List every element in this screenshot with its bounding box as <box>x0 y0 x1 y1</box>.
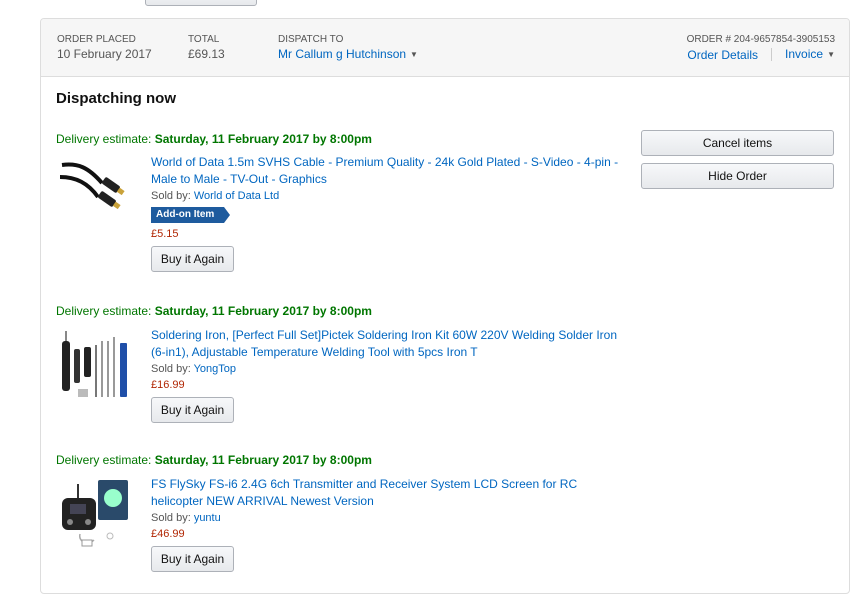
order-placed-label: ORDER PLACED <box>57 34 136 45</box>
buy-again-button[interactable]: Buy it Again <box>151 246 234 272</box>
delivery-estimate: Delivery estimate: Saturday, 11 February… <box>56 452 656 468</box>
order-total-value: £69.13 <box>188 47 225 61</box>
item-price: £16.99 <box>151 379 185 391</box>
product-title-link[interactable]: FS FlySky FS-i6 2.4G 6ch Transmitter and… <box>151 476 626 510</box>
sold-by: Sold by: yuntu <box>151 510 626 526</box>
delivery-date: Saturday, 11 February 2017 by 8:00pm <box>154 304 372 318</box>
item-info: FS FlySky FS-i6 2.4G 6ch Transmitter and… <box>151 476 626 572</box>
order-card: ORDER PLACED 10 February 2017 TOTAL £69.… <box>40 18 850 594</box>
order-details-link[interactable]: Order Details <box>687 47 758 63</box>
order-placed-value: 10 February 2017 <box>57 47 152 61</box>
hide-order-button[interactable]: Hide Order <box>641 163 834 189</box>
invoice-label: Invoice <box>785 47 824 61</box>
delivery-date: Saturday, 11 February 2017 by 8:00pm <box>154 453 372 467</box>
dispatch-to-name: Mr Callum g Hutchinson <box>278 47 407 61</box>
product-image[interactable] <box>58 153 130 233</box>
item-price: £46.99 <box>151 528 185 540</box>
order-placed: ORDER PLACED 10 February 2017 <box>57 33 152 62</box>
order-item: Delivery estimate: Saturday, 11 February… <box>56 131 656 272</box>
product-image[interactable] <box>58 327 130 407</box>
dispatch-to: DISPATCH TO Mr Callum g Hutchinson ▼ <box>278 33 418 63</box>
order-links: Order Details Invoice ▼ <box>687 46 835 63</box>
divider <box>771 48 773 61</box>
rc-transmitter-image <box>62 480 128 547</box>
sold-by-label: Sold by: <box>151 190 191 202</box>
product-title-link[interactable]: World of Data 1.5m SVHS Cable - Premium … <box>151 154 626 188</box>
delivery-label: Delivery estimate: <box>56 453 152 467</box>
svhs-cable-image <box>59 162 125 210</box>
soldering-kit-image <box>62 331 127 397</box>
order-total: TOTAL £69.13 <box>188 33 225 62</box>
order-item: Delivery estimate: Saturday, 11 February… <box>56 452 656 572</box>
buy-again-button[interactable]: Buy it Again <box>151 397 234 423</box>
product-image[interactable] <box>58 476 130 556</box>
sold-by: Sold by: YongTop <box>151 361 626 377</box>
sold-by-label: Sold by: <box>151 512 191 524</box>
delivery-estimate: Delivery estimate: Saturday, 11 February… <box>56 131 656 147</box>
order-item: Delivery estimate: Saturday, 11 February… <box>56 303 656 423</box>
previous-button[interactable] <box>145 0 257 6</box>
order-header: ORDER PLACED 10 February 2017 TOTAL £69.… <box>41 19 849 77</box>
cancel-items-button[interactable]: Cancel items <box>641 130 834 156</box>
delivery-label: Delivery estimate: <box>56 132 152 146</box>
dispatch-to-label: DISPATCH TO <box>278 34 344 45</box>
add-on-badge: Add-on Item <box>151 207 231 223</box>
sold-by: Sold by: World of Data Ltd <box>151 188 626 204</box>
product-title-link[interactable]: Soldering Iron, [Perfect Full Set]Pictek… <box>151 327 626 361</box>
caret-down-icon: ▼ <box>827 50 835 59</box>
item-info: World of Data 1.5m SVHS Cable - Premium … <box>151 154 626 272</box>
order-number: ORDER # 204-9657854-3905153 <box>686 34 835 45</box>
delivery-estimate: Delivery estimate: Saturday, 11 February… <box>56 303 656 319</box>
seller-link[interactable]: YongTop <box>194 363 236 375</box>
item-info: Soldering Iron, [Perfect Full Set]Pictek… <box>151 327 626 423</box>
section-title: Dispatching now <box>56 90 176 107</box>
seller-link[interactable]: World of Data Ltd <box>194 190 279 202</box>
delivery-date: Saturday, 11 February 2017 by 8:00pm <box>154 132 372 146</box>
caret-down-icon: ▼ <box>410 50 418 59</box>
seller-link[interactable]: yuntu <box>194 512 221 524</box>
order-total-label: TOTAL <box>188 34 220 45</box>
sold-by-label: Sold by: <box>151 363 191 375</box>
delivery-label: Delivery estimate: <box>56 304 152 318</box>
dispatch-to-dropdown[interactable]: Mr Callum g Hutchinson ▼ <box>278 46 418 63</box>
buy-again-button[interactable]: Buy it Again <box>151 546 234 572</box>
order-number-block: ORDER # 204-9657854-3905153 Order Detail… <box>687 33 835 63</box>
invoice-dropdown[interactable]: Invoice ▼ <box>785 46 835 63</box>
item-price: £5.15 <box>151 228 179 240</box>
